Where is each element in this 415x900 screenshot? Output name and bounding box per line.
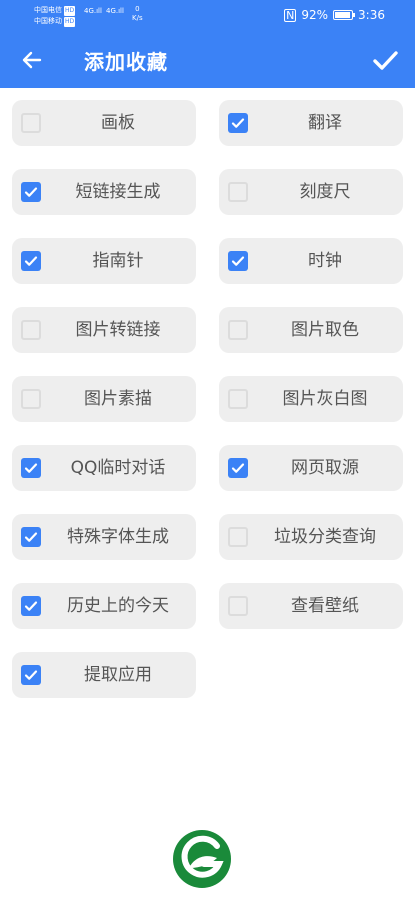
tool-item-label: 图片取色 — [291, 320, 359, 340]
nfc-icon: N — [284, 8, 297, 22]
tool-item[interactable]: 时钟 — [219, 238, 403, 284]
tool-item-label: 图片素描 — [84, 389, 152, 409]
tool-item[interactable]: 刻度尺 — [219, 169, 403, 215]
tool-item-label: 图片灰白图 — [282, 389, 368, 409]
check-icon — [24, 187, 38, 197]
check-icon — [231, 256, 245, 266]
tool-item[interactable]: 图片取色 — [219, 307, 403, 353]
tool-item[interactable]: 查看壁纸 — [219, 583, 403, 629]
carrier-1: 中国电信 — [34, 6, 62, 14]
check-icon — [231, 463, 245, 473]
check-icon — [24, 532, 38, 542]
check-icon — [24, 463, 38, 473]
tool-item[interactable]: 网页取源 — [219, 445, 403, 491]
check-icon — [24, 256, 38, 266]
tool-item-label: 指南针 — [92, 251, 144, 271]
signal-2-icon: 4G.ıll — [106, 7, 124, 15]
battery-icon — [333, 10, 356, 20]
tool-item-label: 画板 — [101, 113, 135, 133]
checkbox-unchecked[interactable] — [21, 320, 41, 340]
checkbox-unchecked[interactable] — [21, 389, 41, 409]
tool-item[interactable]: 垃圾分类查询 — [219, 514, 403, 560]
tool-item-label: 翻译 — [308, 113, 342, 133]
page-title: 添加收藏 — [84, 50, 168, 74]
check-icon — [231, 118, 245, 128]
tool-item[interactable]: 历史上的今天 — [12, 583, 196, 629]
battery-percent: 92% — [301, 8, 329, 22]
tool-item[interactable]: QQ临时对话 — [12, 445, 196, 491]
checkbox-checked[interactable] — [228, 113, 248, 133]
confirm-check-icon[interactable] — [371, 46, 399, 74]
tool-item[interactable]: 画板 — [12, 100, 196, 146]
hd-badge: HD — [64, 6, 76, 16]
checkbox-unchecked[interactable] — [228, 527, 248, 547]
tool-item[interactable]: 提取应用 — [12, 652, 196, 698]
tool-item-label: 历史上的今天 — [67, 596, 169, 616]
tool-item[interactable]: 特殊字体生成 — [12, 514, 196, 560]
tool-item[interactable]: 指南针 — [12, 238, 196, 284]
checkbox-checked[interactable] — [21, 182, 41, 202]
checkbox-checked[interactable] — [228, 458, 248, 478]
checkbox-unchecked[interactable] — [228, 182, 248, 202]
checkbox-unchecked[interactable] — [228, 389, 248, 409]
back-arrow-icon[interactable] — [20, 48, 44, 72]
clock: 3:36 — [358, 8, 385, 22]
tool-item-label: 短链接生成 — [75, 182, 161, 202]
signal-1-icon: 4G.ıll — [84, 7, 102, 15]
tool-item-label: 网页取源 — [291, 458, 359, 478]
tool-item-label: 特殊字体生成 — [67, 527, 169, 547]
tool-item-label: 图片转链接 — [75, 320, 161, 340]
tool-item-label: 查看壁纸 — [291, 596, 359, 616]
tool-item-label: 刻度尺 — [299, 182, 351, 202]
checkbox-checked[interactable] — [21, 596, 41, 616]
carrier-info: 中国电信 HD 中国移动 HD — [34, 5, 76, 27]
checkbox-checked[interactable] — [228, 251, 248, 271]
tool-item[interactable]: 翻译 — [219, 100, 403, 146]
carrier-2: 中国移动 — [34, 17, 62, 25]
checkbox-unchecked[interactable] — [21, 113, 41, 133]
app-bar: 添加收藏 — [0, 32, 415, 88]
checkbox-checked[interactable] — [21, 458, 41, 478]
status-bar: 中国电信 HD 中国移动 HD 4G.ıll 4G.ıll 0 K/s N 92% … — [0, 0, 415, 32]
checkbox-checked[interactable] — [21, 251, 41, 271]
system-status: N 92% 3:36 — [284, 8, 385, 22]
check-icon — [24, 601, 38, 611]
tool-item-label: 垃圾分类查询 — [274, 527, 376, 547]
tool-item[interactable]: 图片素描 — [12, 376, 196, 422]
tool-item-label: 提取应用 — [84, 665, 152, 685]
check-icon — [24, 670, 38, 680]
tool-item[interactable]: 图片灰白图 — [219, 376, 403, 422]
tool-item-label: QQ临时对话 — [70, 458, 166, 478]
network-speed: 0 K/s — [132, 5, 143, 22]
checkbox-checked[interactable] — [21, 527, 41, 547]
checkbox-unchecked[interactable] — [228, 320, 248, 340]
hd-badge: HD — [64, 17, 76, 27]
tool-item-label: 时钟 — [308, 251, 342, 271]
tool-item[interactable]: 图片转链接 — [12, 307, 196, 353]
checkbox-checked[interactable] — [21, 665, 41, 685]
checkbox-unchecked[interactable] — [228, 596, 248, 616]
app-logo — [171, 828, 233, 890]
tool-item[interactable]: 短链接生成 — [12, 169, 196, 215]
